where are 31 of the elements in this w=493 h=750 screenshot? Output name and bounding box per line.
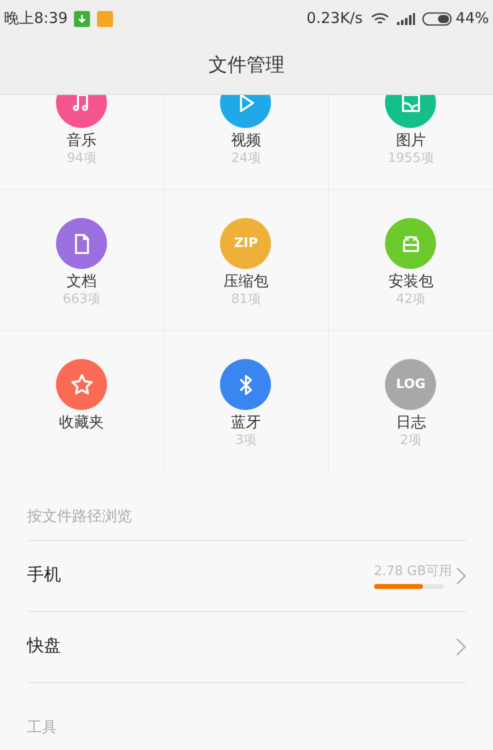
category-label: 蓝牙 <box>230 412 261 432</box>
category-badge-text: LOG <box>396 376 426 394</box>
category-label: 安装包 <box>388 271 434 291</box>
signal-icon <box>396 12 415 24</box>
category-badge-text: ZIP <box>234 234 258 253</box>
section-heading: 工具 <box>27 717 58 737</box>
network-speed: 0.23K/s <box>306 8 363 30</box>
category-tile[interactable]: 收藏夹 <box>0 331 164 471</box>
storage-label: 手机 <box>27 564 61 588</box>
storage-row[interactable]: 快盘 <box>27 611 466 682</box>
download-icon <box>74 10 90 26</box>
category-label: 视频 <box>230 130 261 150</box>
category-label: 压缩包 <box>223 271 268 291</box>
section-heading: 按文件路径浏览 <box>27 506 133 527</box>
storage-label: 快盘 <box>27 635 61 658</box>
page-title: 文件管理 <box>208 53 284 78</box>
chevron-right-icon <box>456 638 466 656</box>
battery-icon <box>422 12 452 26</box>
wifi-icon <box>370 12 389 26</box>
chevron-right-icon <box>456 567 466 585</box>
category-label: 日志 <box>396 412 426 432</box>
storage-row[interactable]: 手机 2.78 GB可用 <box>27 540 466 611</box>
category-label: 文档 <box>66 271 97 291</box>
notification-icon <box>96 10 113 26</box>
category-label: 图片 <box>396 130 426 150</box>
free-space-text: 2.78 GB可用 <box>374 563 452 581</box>
category-label: 收藏夹 <box>59 412 104 432</box>
star-icon <box>68 372 95 398</box>
battery-percentage: 44% <box>456 8 489 30</box>
status-time: 晚上8:39 <box>4 8 68 30</box>
category-label: 音乐 <box>66 130 97 150</box>
